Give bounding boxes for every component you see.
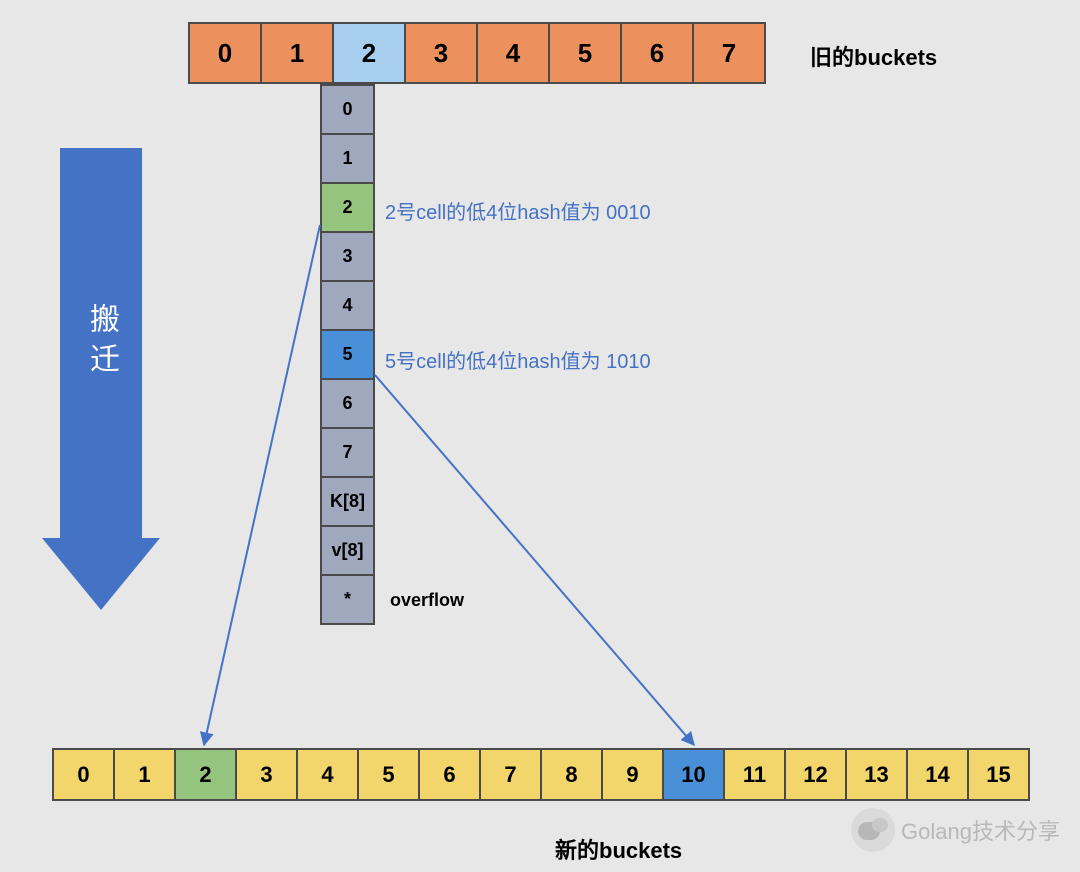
new-bucket-cell: 13 [845, 748, 908, 801]
old-bucket-cell: 5 [548, 22, 622, 84]
annotation-cell2: 2号cell的低4位hash值为 0010 [385, 196, 651, 225]
detail-cell: 3 [320, 231, 375, 282]
new-bucket-cell: 0 [52, 748, 115, 801]
new-bucket-cell: 12 [784, 748, 847, 801]
connector-lines [0, 0, 1080, 872]
new-bucket-cell: 7 [479, 748, 542, 801]
old-bucket-cell-highlight: 2 [332, 22, 406, 84]
new-bucket-cell: 3 [235, 748, 298, 801]
new-bucket-cell: 6 [418, 748, 481, 801]
old-buckets-row: 0 1 2 3 4 5 6 7 [188, 22, 766, 84]
new-bucket-cell-blue: 10 [662, 748, 725, 801]
old-bucket-cell: 1 [260, 22, 334, 84]
new-bucket-cell: 15 [967, 748, 1030, 801]
detail-cell: 0 [320, 84, 375, 135]
detail-cell-overflow: * [320, 574, 375, 625]
old-bucket-cell: 0 [188, 22, 262, 84]
watermark: Golang技术分享 [851, 808, 1060, 852]
detail-cell-green: 2 [320, 182, 375, 233]
old-buckets-label: 旧的buckets [810, 40, 937, 72]
wechat-icon [851, 808, 895, 852]
old-bucket-cell: 3 [404, 22, 478, 84]
overflow-label: overflow [390, 590, 464, 611]
new-buckets-label: 新的buckets [555, 833, 682, 865]
new-bucket-cell: 11 [723, 748, 786, 801]
new-bucket-cell: 14 [906, 748, 969, 801]
new-bucket-cell: 9 [601, 748, 664, 801]
old-bucket-cell: 4 [476, 22, 550, 84]
detail-cell: 4 [320, 280, 375, 331]
detail-cell-keys: K[8] [320, 476, 375, 527]
detail-cell-blue: 5 [320, 329, 375, 380]
new-bucket-cell: 8 [540, 748, 603, 801]
old-bucket-cell: 7 [692, 22, 766, 84]
new-bucket-cell-green: 2 [174, 748, 237, 801]
bucket-detail-column: 0 1 2 3 4 5 6 7 K[8] v[8] * [320, 84, 375, 625]
detail-cell: 7 [320, 427, 375, 478]
detail-cell-values: v[8] [320, 525, 375, 576]
annotation-cell5: 5号cell的低4位hash值为 1010 [385, 345, 651, 374]
new-bucket-cell: 4 [296, 748, 359, 801]
migration-arrow: 搬迁 [42, 148, 160, 610]
old-bucket-cell: 6 [620, 22, 694, 84]
arrow-head-icon [42, 538, 160, 610]
detail-cell: 1 [320, 133, 375, 184]
watermark-text: Golang技术分享 [901, 814, 1060, 846]
migration-arrow-text: 搬迁 [79, 303, 123, 383]
new-bucket-cell: 5 [357, 748, 420, 801]
detail-cell: 6 [320, 378, 375, 429]
new-buckets-row: 0 1 2 3 4 5 6 7 8 9 10 11 12 13 14 15 [52, 748, 1030, 801]
new-bucket-cell: 1 [113, 748, 176, 801]
